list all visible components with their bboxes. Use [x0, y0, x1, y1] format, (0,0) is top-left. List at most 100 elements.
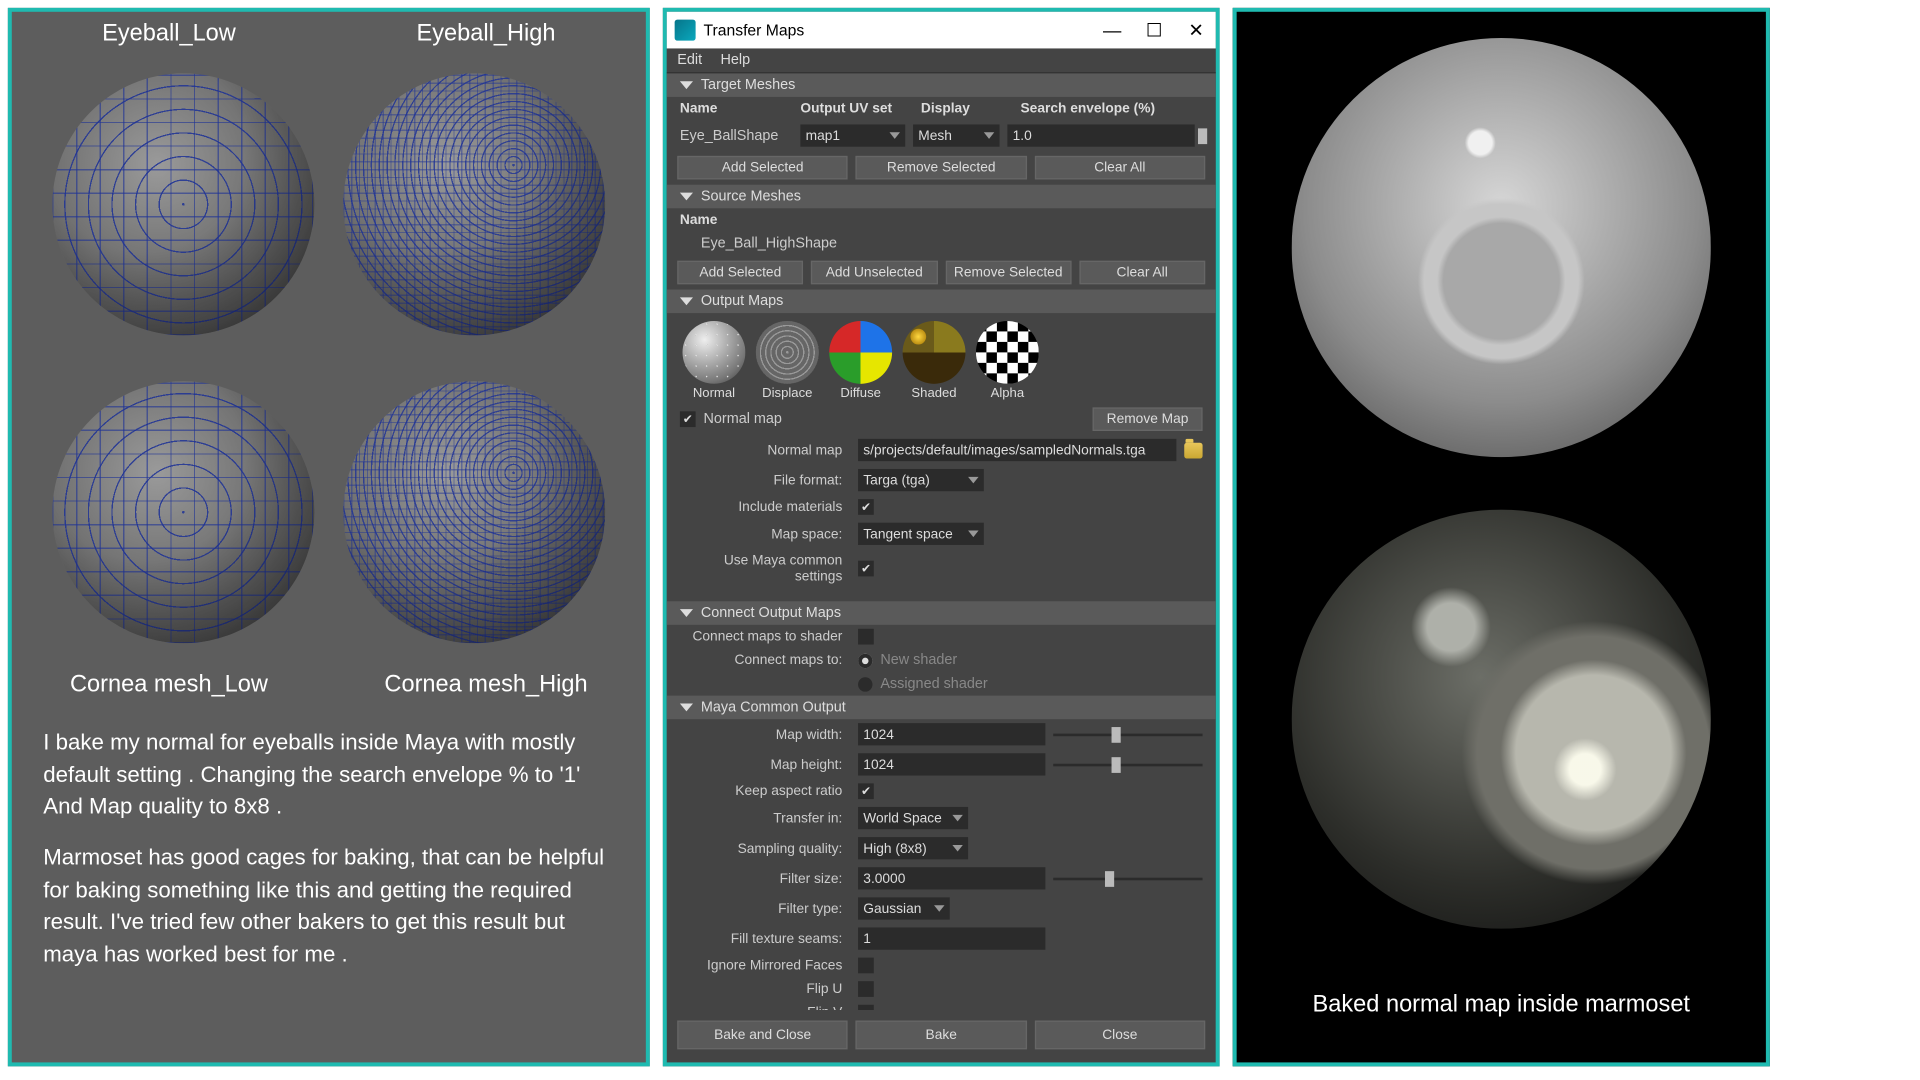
- sampling-quality-label: Sampling quality:: [680, 840, 850, 856]
- chevron-down-icon: [934, 905, 944, 912]
- keep-aspect-checkbox[interactable]: [858, 783, 874, 799]
- map-type-shaded[interactable]: Shaded: [903, 321, 966, 401]
- chevron-down-icon: [952, 845, 962, 852]
- bake-and-close-button[interactable]: Bake and Close: [677, 1020, 848, 1049]
- label-cornea-low: Cornea mesh_Low: [70, 671, 268, 699]
- window-titlebar[interactable]: Transfer Maps — ☐ ✕: [667, 12, 1216, 49]
- description-text: I bake my normal for eyeballs inside May…: [12, 703, 646, 1005]
- chevron-down-icon: [968, 477, 978, 484]
- fill-seams-label: Fill texture seams:: [680, 931, 850, 947]
- include-materials-label: Include materials: [680, 499, 850, 515]
- col-uvset: Output UV set: [800, 101, 913, 117]
- filter-size-label: Filter size:: [680, 870, 850, 886]
- flip-u-checkbox[interactable]: [858, 981, 874, 997]
- target-mesh-name: Eye_BallShape: [680, 128, 793, 144]
- close-window-button[interactable]: Close: [1034, 1020, 1205, 1049]
- normal-sphere-icon: [683, 321, 746, 384]
- chevron-down-icon: [968, 531, 978, 538]
- filter-size-input[interactable]: [858, 867, 1045, 889]
- shaded-sphere-icon: [903, 321, 966, 384]
- source-add-unselected-button[interactable]: Add Unselected: [811, 261, 937, 285]
- ignore-mirrored-checkbox[interactable]: [858, 958, 874, 974]
- include-materials-checkbox[interactable]: [858, 499, 874, 515]
- maximize-button[interactable]: ☐: [1142, 19, 1166, 41]
- label-eyeball-low: Eyeball_Low: [102, 20, 236, 48]
- section-output-maps[interactable]: Output Maps: [667, 290, 1216, 314]
- file-format-select[interactable]: Targa (tga): [858, 469, 984, 491]
- uvset-select[interactable]: map1: [800, 124, 905, 146]
- baked-normal-render-bottom: [1292, 510, 1711, 929]
- menu-help[interactable]: Help: [720, 52, 750, 68]
- marmoset-render-panel: Baked normal map inside marmoset: [1233, 8, 1770, 1066]
- chevron-down-icon: [952, 815, 962, 822]
- mesh-preview-cornea-high: [343, 381, 605, 643]
- use-common-settings-checkbox[interactable]: [858, 561, 874, 577]
- new-shader-label: New shader: [880, 652, 957, 668]
- map-height-label: Map height:: [680, 757, 850, 773]
- sampling-quality-select[interactable]: High (8x8): [858, 837, 968, 859]
- source-clear-all-button[interactable]: Clear All: [1079, 261, 1205, 285]
- transfer-in-label: Transfer in:: [680, 810, 850, 826]
- source-name-label: Name: [680, 212, 717, 228]
- label-cornea-high: Cornea mesh_High: [384, 671, 587, 699]
- menu-edit[interactable]: Edit: [677, 52, 702, 68]
- target-clear-all-button[interactable]: Clear All: [1034, 156, 1205, 180]
- map-type-alpha[interactable]: Alpha: [976, 321, 1039, 401]
- folder-icon[interactable]: [1184, 442, 1202, 458]
- map-space-label: Map space:: [680, 526, 850, 542]
- transfer-maps-window: Transfer Maps — ☐ ✕ Edit Help Target Mes…: [663, 8, 1220, 1066]
- assigned-shader-radio[interactable]: [858, 677, 872, 691]
- ignore-mirrored-label: Ignore Mirrored Faces: [680, 958, 850, 974]
- section-source-meshes[interactable]: Source Meshes: [667, 185, 1216, 209]
- new-shader-radio[interactable]: [858, 653, 872, 667]
- map-height-input[interactable]: [858, 753, 1045, 775]
- connect-maps-to-label: Connect maps to:: [680, 652, 850, 668]
- filter-type-select[interactable]: Gaussian: [858, 897, 950, 919]
- map-width-slider[interactable]: [1053, 726, 1202, 742]
- source-add-selected-button[interactable]: Add Selected: [677, 261, 803, 285]
- alpha-checker-icon: [976, 321, 1039, 384]
- col-display: Display: [921, 101, 1013, 117]
- remove-map-button[interactable]: Remove Map: [1093, 407, 1203, 431]
- map-width-input[interactable]: [858, 723, 1045, 745]
- connect-to-shader-checkbox[interactable]: [858, 629, 874, 645]
- filter-size-slider[interactable]: [1053, 870, 1202, 886]
- diffuse-sphere-icon: [829, 321, 892, 384]
- transfer-in-select[interactable]: World Space: [858, 807, 968, 829]
- map-type-displace[interactable]: Displace: [756, 321, 819, 401]
- display-select[interactable]: Mesh: [913, 124, 999, 146]
- menu-bar: Edit Help: [667, 48, 1216, 73]
- source-mesh-name: Eye_Ball_HighShape: [680, 236, 837, 252]
- map-space-select[interactable]: Tangent space: [858, 523, 984, 545]
- assigned-shader-label: Assigned shader: [880, 676, 987, 692]
- map-height-slider[interactable]: [1053, 757, 1202, 773]
- envelope-input[interactable]: [1007, 124, 1194, 146]
- label-eyeball-high: Eyeball_High: [417, 20, 556, 48]
- col-name: Name: [680, 101, 793, 117]
- connect-to-shader-label: Connect maps to shader: [680, 629, 850, 645]
- map-width-label: Map width:: [680, 726, 850, 742]
- close-button[interactable]: ✕: [1184, 19, 1208, 41]
- mesh-preview-eyeball-high: [343, 73, 605, 335]
- fill-seams-input[interactable]: [858, 927, 1045, 949]
- filter-type-label: Filter type:: [680, 901, 850, 917]
- normal-map-checkbox[interactable]: [680, 411, 696, 427]
- source-remove-selected-button[interactable]: Remove Selected: [945, 261, 1071, 285]
- flip-u-label: Flip U: [680, 981, 850, 997]
- section-target-meshes[interactable]: Target Meshes: [667, 73, 1216, 97]
- baked-normal-render-top: [1292, 38, 1711, 457]
- minimize-button[interactable]: —: [1100, 19, 1124, 41]
- mesh-preview-cornea-low: [52, 381, 314, 643]
- bake-button[interactable]: Bake: [856, 1020, 1027, 1049]
- use-common-settings-label: Use Maya common settings: [680, 553, 850, 584]
- target-remove-selected-button[interactable]: Remove Selected: [856, 156, 1027, 180]
- section-maya-common-output[interactable]: Maya Common Output: [667, 696, 1216, 720]
- chevron-down-icon: [984, 132, 994, 139]
- target-add-selected-button[interactable]: Add Selected: [677, 156, 848, 180]
- section-connect-output-maps[interactable]: Connect Output Maps: [667, 601, 1216, 625]
- map-type-diffuse[interactable]: Diffuse: [829, 321, 892, 401]
- chevron-down-icon: [889, 132, 899, 139]
- left-viewport-panel: Eyeball_Low Eyeball_High Cornea mesh_Low…: [8, 8, 650, 1066]
- map-type-normal[interactable]: Normal: [683, 321, 746, 401]
- normal-map-path-input[interactable]: [858, 439, 1176, 461]
